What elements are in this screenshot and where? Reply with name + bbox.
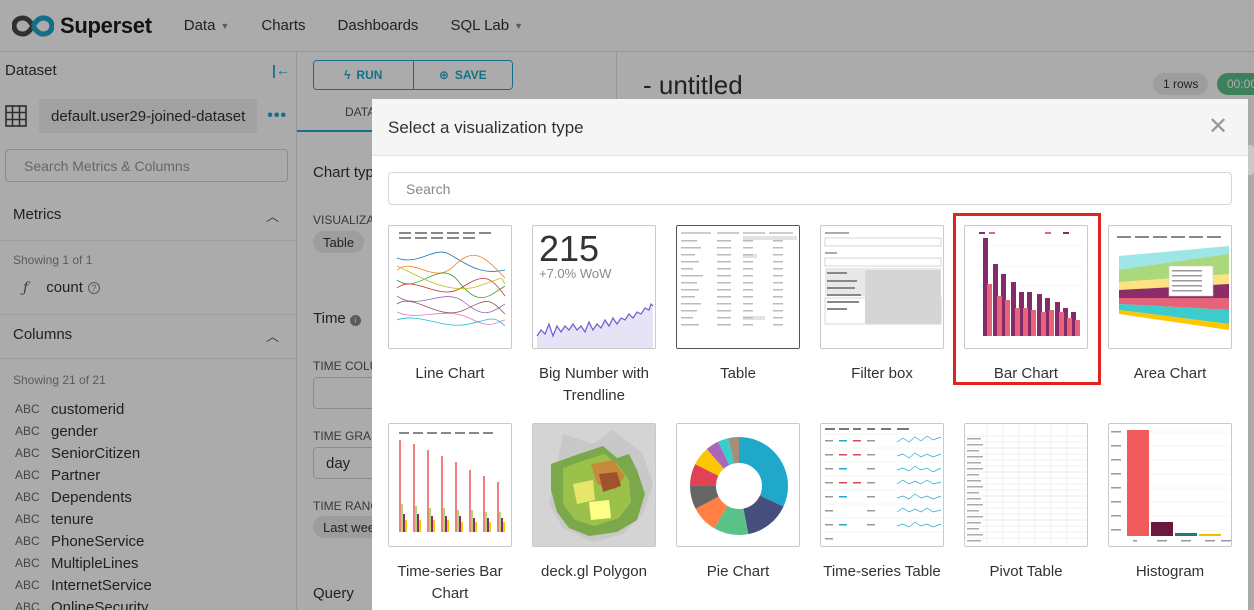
line-chart-preview-icon: [396, 232, 506, 327]
viz-label: Time-series Table: [823, 563, 941, 580]
area-chart-preview-icon: [1117, 236, 1229, 330]
time-series-table-icon: [821, 428, 943, 540]
close-icon[interactable]: ✕: [1208, 115, 1228, 139]
table-preview-icon: [677, 226, 799, 348]
viz-card-table[interactable]: Table: [676, 225, 800, 385]
viz-label: Big Number with Trendline: [538, 365, 650, 404]
viz-label: Line Chart: [415, 365, 485, 382]
donut-chart-icon: [690, 437, 788, 535]
polygon-map-icon: [533, 424, 655, 546]
big-number-thumbnail: 215 +7.0% WoW: [532, 225, 656, 349]
viz-card-area-chart[interactable]: Area Chart: [1108, 225, 1232, 385]
filter-box-preview-icon: [824, 232, 942, 325]
viz-label: Pivot Table: [989, 563, 1063, 580]
viz-card-histogram[interactable]: Histogram: [1108, 423, 1232, 583]
viz-label: Table: [720, 365, 756, 382]
viz-card-deckgl-polygon[interactable]: deck.gl Polygon: [532, 423, 656, 583]
histogram-preview-icon: [1111, 430, 1231, 542]
viz-card-big-number-trendline[interactable]: 215 +7.0% WoW Big Number with Trendline: [532, 225, 656, 407]
viz-card-time-series-table[interactable]: Time-series Table: [820, 423, 944, 583]
viz-label: deck.gl Polygon: [541, 563, 647, 580]
viz-label: Time-series Bar Chart: [397, 563, 503, 602]
viz-card-filter-box[interactable]: Filter box: [820, 225, 944, 385]
viz-label: Area Chart: [1133, 365, 1207, 382]
modal-title: Select a visualization type: [388, 118, 584, 137]
trendline-icon: [536, 302, 654, 348]
line-chart-thumbnail: [388, 225, 512, 349]
pivot-table-icon: [965, 424, 1087, 546]
viz-card-pie-chart[interactable]: Pie Chart: [676, 423, 800, 583]
time-series-bar-preview-icon: [399, 432, 505, 532]
viz-type-modal: Select a visualization type ✕ Search Lin…: [372, 99, 1248, 610]
pivot-table-thumbnail: [964, 423, 1088, 547]
filter-box-thumbnail: [820, 225, 944, 349]
pie-chart-thumbnail: [676, 423, 800, 547]
modal-header: Select a visualization type ✕: [372, 99, 1248, 156]
time-series-bar-thumbnail: [388, 423, 512, 547]
viz-label: Filter box: [851, 365, 913, 382]
viz-search-input[interactable]: Search: [388, 172, 1232, 205]
viz-card-pivot-table[interactable]: Pivot Table: [964, 423, 1088, 583]
selection-highlight-box: [953, 213, 1101, 385]
viz-label: Pie Chart: [706, 563, 770, 580]
viz-label: Histogram: [1135, 563, 1205, 580]
viz-card-time-series-bar-chart[interactable]: Time-series Bar Chart: [388, 423, 512, 605]
deckgl-polygon-thumbnail: [532, 423, 656, 547]
histogram-thumbnail: [1108, 423, 1232, 547]
time-series-table-thumbnail: [820, 423, 944, 547]
table-thumbnail: [676, 225, 800, 349]
area-chart-thumbnail: [1108, 225, 1232, 349]
viz-card-line-chart[interactable]: Line Chart: [388, 225, 512, 385]
